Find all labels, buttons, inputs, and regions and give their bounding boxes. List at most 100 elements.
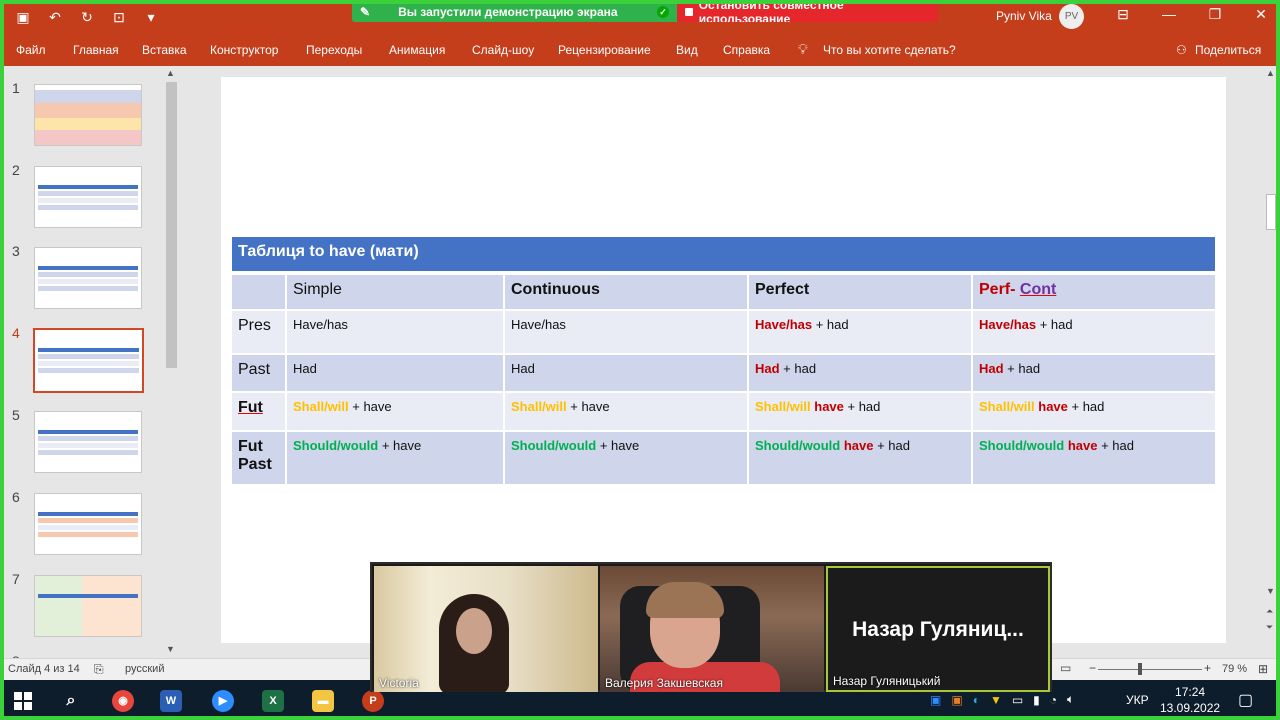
- word-icon[interactable]: W: [160, 690, 182, 712]
- table-cell[interactable]: Have/has: [287, 311, 503, 353]
- zoom-tray-icon[interactable]: ▣: [930, 693, 941, 707]
- tab-transitions[interactable]: Переходы: [306, 43, 362, 57]
- clock[interactable]: 17:24 13.09.2022: [1160, 684, 1220, 716]
- skype-tray-icon[interactable]: ◐: [973, 693, 980, 707]
- slide-thumbnail[interactable]: 5: [0, 393, 170, 473]
- zoom-icon[interactable]: ▶: [212, 690, 234, 712]
- restore-icon[interactable]: ❐: [1192, 6, 1238, 23]
- chrome-icon[interactable]: ◉: [112, 690, 134, 712]
- slide-thumbnail-active[interactable]: 4: [0, 311, 170, 393]
- share-button[interactable]: Поделиться: [1195, 43, 1261, 57]
- scroll-down-icon[interactable]: ▼: [166, 644, 175, 654]
- slide-thumbnail[interactable]: 3: [0, 229, 170, 309]
- prev-slide-icon[interactable]: ⏶: [1266, 606, 1273, 617]
- tab-file[interactable]: Файл: [16, 43, 46, 57]
- table-cell[interactable]: Should/would + have: [505, 432, 747, 484]
- close-icon[interactable]: ✕: [1238, 6, 1280, 23]
- table-cell[interactable]: Should/would have + had: [749, 432, 971, 484]
- fit-slide-icon[interactable]: ⊞: [1258, 662, 1268, 676]
- table-cell[interactable]: Had + had: [973, 355, 1215, 391]
- keyboard-language[interactable]: УКР: [1126, 693, 1149, 707]
- header-continuous[interactable]: Continuous: [505, 275, 747, 309]
- scroll-down-icon[interactable]: ▼: [1266, 586, 1275, 596]
- tab-review[interactable]: Рецензирование: [558, 43, 651, 57]
- volume-icon[interactable]: 🔈︎: [1067, 692, 1074, 707]
- table-cell[interactable]: Should/would have + had: [973, 432, 1215, 484]
- slide-table-title[interactable]: Таблиця to have (мати): [232, 237, 1215, 271]
- scroll-up-icon[interactable]: ▲: [166, 68, 175, 78]
- app-tray-icon[interactable]: ▼: [990, 693, 1002, 707]
- video-tile-active-speaker[interactable]: Назар Гуляниц... Назар Гуляницький: [826, 566, 1050, 692]
- battery-icon[interactable]: ▭: [1012, 693, 1023, 707]
- header-simple[interactable]: Simple: [287, 275, 503, 309]
- table-cell[interactable]: Had: [287, 355, 503, 391]
- video-tile[interactable]: Victoria: [374, 566, 598, 692]
- powerpoint-icon[interactable]: P: [362, 690, 384, 712]
- video-tile[interactable]: Валерия Закшевская: [600, 566, 824, 692]
- notification-icon[interactable]: ▢: [1238, 690, 1253, 710]
- slide-thumbnail[interactable]: 7: [0, 557, 170, 637]
- present-icon[interactable]: ⊡: [110, 8, 128, 26]
- slide-thumbnail[interactable]: 6: [0, 475, 170, 555]
- excel-icon[interactable]: X: [262, 690, 284, 712]
- zoom-out-button[interactable]: −: [1089, 661, 1096, 675]
- tab-insert[interactable]: Вставка: [142, 43, 187, 57]
- zoom-level[interactable]: 79 %: [1222, 663, 1247, 675]
- table-cell[interactable]: Should/would + have: [287, 432, 503, 484]
- scroll-up-icon[interactable]: ▲: [1266, 68, 1275, 78]
- table-cell[interactable]: Had + had: [749, 355, 971, 391]
- table-cell[interactable]: Shall/will + have: [287, 393, 503, 430]
- zoom-slider[interactable]: [1098, 669, 1202, 670]
- row-label[interactable]: Past: [232, 355, 285, 391]
- scroll-thumb[interactable]: [166, 82, 177, 368]
- slide-thumbnail[interactable]: 8: [0, 639, 170, 658]
- table-cell[interactable]: Had: [505, 355, 747, 391]
- save-icon[interactable]: ▣: [14, 8, 32, 26]
- row-label[interactable]: Pres: [232, 311, 285, 353]
- grammar-table[interactable]: Simple Continuous Perfect Perf- Cont Pre…: [230, 273, 1217, 486]
- zoom-slider-knob[interactable]: [1138, 663, 1142, 675]
- thumbnails-scrollbar[interactable]: ▲ ▼: [163, 66, 180, 658]
- slideshow-view-icon[interactable]: ▭: [1060, 661, 1071, 675]
- row-label[interactable]: Fut Past: [232, 432, 285, 484]
- tab-view[interactable]: Вид: [676, 43, 698, 57]
- slide-scrollbar[interactable]: ▲ ▼ ⏶ ⏷: [1262, 66, 1280, 658]
- zoom-in-button[interactable]: +: [1204, 661, 1211, 675]
- tab-home[interactable]: Главная: [73, 43, 119, 57]
- scroll-thumb[interactable]: [1266, 194, 1276, 230]
- spellcheck-icon[interactable]: ⎘: [94, 662, 104, 677]
- header-perfect[interactable]: Perfect: [749, 275, 971, 309]
- tab-slideshow[interactable]: Слайд-шоу: [472, 43, 534, 57]
- app-tray-icon[interactable]: ▣: [951, 693, 962, 707]
- row-label[interactable]: Fut: [232, 393, 285, 430]
- folder-icon[interactable]: ▬: [312, 690, 334, 712]
- header-perfect-continuous[interactable]: Perf- Cont: [973, 275, 1215, 309]
- ribbon-display-icon[interactable]: ⊟: [1100, 6, 1146, 23]
- table-cell[interactable]: Have/has + had: [973, 311, 1215, 353]
- share-person-icon[interactable]: ⚇: [1176, 43, 1187, 57]
- network-icon[interactable]: ◔: [1050, 693, 1057, 707]
- table-cell[interactable]: Shall/will have + had: [749, 393, 971, 430]
- tab-design[interactable]: Конструктор: [210, 43, 278, 57]
- tab-animations[interactable]: Анимация: [389, 43, 445, 57]
- redo-icon[interactable]: ↻: [78, 8, 96, 26]
- next-slide-icon[interactable]: ⏷: [1266, 622, 1273, 633]
- user-name[interactable]: Pyniv Vika: [996, 9, 1052, 23]
- table-corner-cell[interactable]: [232, 275, 285, 309]
- table-cell[interactable]: Shall/will + have: [505, 393, 747, 430]
- language-indicator[interactable]: русский: [125, 663, 164, 675]
- avatar[interactable]: PV: [1059, 4, 1084, 29]
- windows-start-icon[interactable]: [14, 692, 32, 710]
- slide-thumbnail[interactable]: 2: [0, 148, 170, 228]
- search-icon[interactable]: ⌕: [60, 690, 82, 712]
- tab-help[interactable]: Справка: [723, 43, 770, 57]
- table-cell[interactable]: Have/has: [505, 311, 747, 353]
- table-cell[interactable]: Shall/will have + had: [973, 393, 1215, 430]
- undo-icon[interactable]: ↶: [46, 8, 64, 26]
- slide-thumbnail[interactable]: 1: [0, 66, 170, 146]
- tell-me-input[interactable]: Что вы хотите сделать?: [823, 43, 956, 57]
- table-cell[interactable]: Have/has + had: [749, 311, 971, 353]
- customize-qat-icon[interactable]: ▾: [142, 8, 160, 26]
- usb-icon[interactable]: ▮: [1033, 693, 1040, 707]
- minimize-icon[interactable]: —: [1146, 6, 1192, 23]
